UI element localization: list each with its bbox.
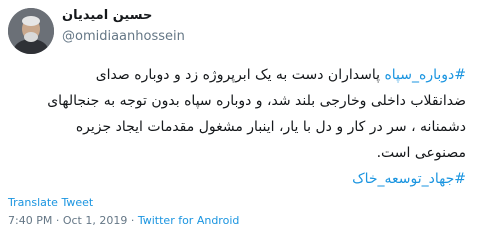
tweet-line-5: #جهاد_توسعه_خاک bbox=[8, 166, 466, 192]
profile-photo-icon bbox=[8, 8, 54, 54]
translate-tweet-link[interactable]: Translate Tweet bbox=[8, 196, 93, 209]
tweet-time[interactable]: 7:40 PM bbox=[8, 214, 52, 227]
tweet-date[interactable]: Oct 1, 2019 bbox=[63, 214, 128, 227]
tweet-source-link[interactable]: Twitter for Android bbox=[138, 214, 240, 227]
tweet-line-3: دشمنانه ، سر در کار و دل با یار، اینبار … bbox=[75, 119, 466, 135]
tweet-line-1: #دوباره_سپاه پاسداران دست به یک ابرپروژه… bbox=[8, 62, 466, 88]
tweet-meta: 7:40 PM · Oct 1, 2019 · Twitter for Andr… bbox=[8, 214, 239, 227]
avatar[interactable] bbox=[8, 8, 54, 54]
meta-separator: · bbox=[52, 214, 63, 227]
tweet-line-4: مصنوعی است. bbox=[376, 145, 466, 161]
display-name[interactable]: حسین امیدیان bbox=[62, 8, 152, 23]
tweet-card: حسین امیدیان @omidiaanhossein #دوباره_سپ… bbox=[0, 0, 478, 240]
hashtag-link[interactable]: #دوباره_سپاه bbox=[384, 67, 466, 83]
tweet-text: #دوباره_سپاه پاسداران دست به یک ابرپروژه… bbox=[8, 62, 466, 192]
user-handle[interactable]: @omidiaanhossein bbox=[62, 29, 185, 44]
hashtag-link[interactable]: #جهاد_توسعه_خاک bbox=[352, 171, 466, 187]
tweet-text-segment: پاسداران دست به یک ابرپروژه زد و دوباره … bbox=[95, 67, 385, 83]
meta-separator: · bbox=[127, 214, 138, 227]
tweet-line-2: ضدانقلاب داخلی وخارجی بلند شد، و دوباره … bbox=[47, 93, 466, 109]
